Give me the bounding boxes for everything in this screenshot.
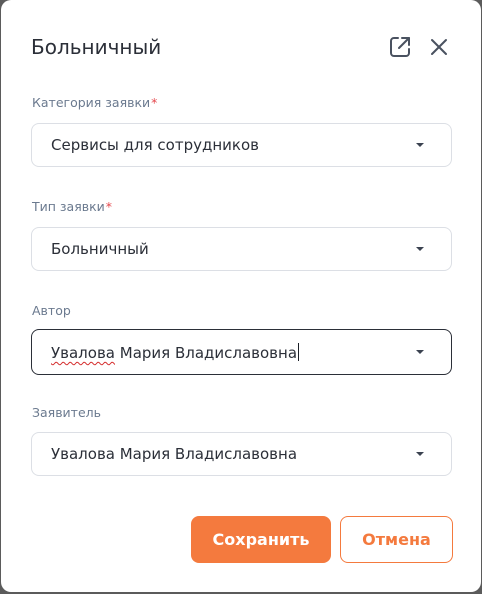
chevron-down-icon [416, 350, 424, 354]
spellcheck-underlined-word: Увалова [51, 344, 115, 362]
cancel-button[interactable]: Отмена [340, 516, 453, 563]
type-label-text: Тип заявки [32, 199, 105, 214]
type-value: Больничный [51, 240, 149, 258]
save-button[interactable]: Сохранить [191, 516, 331, 563]
close-icon [431, 39, 447, 55]
external-link-icon [390, 37, 410, 57]
author-label: Автор [32, 303, 71, 318]
type-label: Тип заявки* [32, 199, 112, 214]
category-value: Сервисы для сотрудников [51, 136, 259, 154]
required-mark: * [105, 199, 113, 214]
close-button[interactable] [426, 34, 452, 60]
author-input-value[interactable]: Увалова Мария Владиславовна [51, 343, 300, 362]
chevron-down-icon [416, 143, 424, 147]
category-label-text: Категория заявки [32, 95, 151, 110]
required-mark: * [151, 95, 158, 110]
author-select[interactable]: Увалова Мария Владиславовна [31, 329, 452, 375]
applicant-select[interactable]: Увалова Мария Владиславовна [31, 432, 452, 476]
category-label: Категория заявки* [32, 95, 157, 110]
author-value-rest: Мария Владиславовна [114, 344, 298, 362]
dialog-title: Больничный [31, 35, 162, 59]
sick-leave-dialog: Больничный Категория заявки* Сервисы для… [1, 0, 481, 592]
chevron-down-icon [416, 452, 424, 456]
applicant-label: Заявитель [32, 405, 102, 420]
chevron-down-icon [416, 247, 424, 251]
category-select[interactable]: Сервисы для сотрудников [31, 123, 452, 167]
applicant-value: Увалова Мария Владиславовна [51, 445, 298, 463]
open-in-new-window-button[interactable] [387, 34, 413, 60]
type-select[interactable]: Больничный [31, 227, 452, 271]
text-cursor [298, 343, 300, 361]
